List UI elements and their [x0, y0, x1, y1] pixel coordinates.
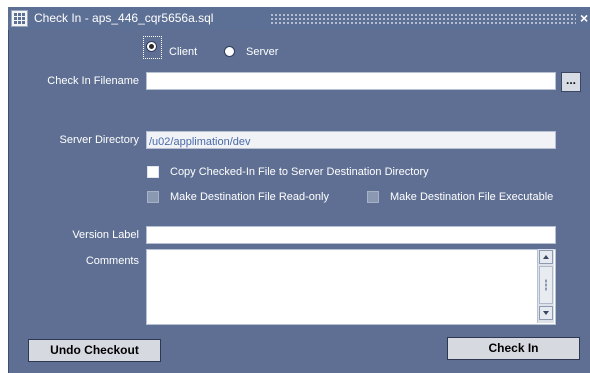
comments-label: Comments [85, 255, 139, 267]
check-in-filename-input[interactable] [147, 75, 555, 91]
copy-checked-in-label[interactable]: Copy Checked-In File to Server Destinati… [170, 166, 429, 178]
read-only-checkbox[interactable] [147, 191, 159, 203]
read-only-label[interactable]: Make Destination File Read-only [170, 191, 329, 203]
executable-label[interactable]: Make Destination File Executable [390, 191, 553, 203]
title-bar-grip [270, 13, 576, 24]
check-in-dialog: Check In - aps_446_cqr5656a.sql × Client… [0, 0, 590, 373]
browse-button[interactable]: ... [561, 72, 581, 92]
comments-scrollbar[interactable] [537, 249, 554, 323]
comments-field[interactable] [146, 249, 556, 325]
client-radio[interactable] [146, 41, 157, 52]
version-label-input[interactable] [147, 229, 555, 245]
title-bar[interactable]: Check In - aps_446_cqr5656a.sql × [8, 7, 590, 30]
server-directory-field[interactable] [146, 131, 556, 150]
server-directory-label: Server Directory [59, 134, 139, 146]
executable-checkbox[interactable] [367, 191, 379, 203]
scroll-thumb[interactable] [539, 266, 553, 304]
check-in-button[interactable]: Check In [447, 337, 580, 360]
scroll-up-icon[interactable] [539, 250, 553, 264]
version-label-label: Version Label [72, 229, 139, 241]
undo-checkout-button[interactable]: Undo Checkout [28, 339, 161, 362]
version-label-field[interactable] [146, 226, 556, 245]
scroll-down-icon[interactable] [539, 306, 553, 320]
grid-app-icon [11, 10, 28, 27]
window-title: Check In - aps_446_cqr5656a.sql [34, 11, 214, 25]
dialog-content: Client Server Check In Filename ... Serv… [8, 30, 590, 373]
client-radio-selected-dot [149, 44, 154, 49]
server-radio-label[interactable]: Server [246, 46, 278, 58]
close-icon[interactable]: × [580, 9, 590, 28]
comments-textarea[interactable] [147, 250, 539, 324]
server-radio[interactable] [224, 46, 235, 57]
client-radio-label[interactable]: Client [169, 46, 197, 58]
check-in-filename-field[interactable] [146, 72, 556, 91]
server-directory-input[interactable] [147, 134, 555, 150]
check-in-filename-label: Check In Filename [47, 75, 139, 87]
copy-checked-in-checkbox[interactable] [147, 166, 159, 178]
